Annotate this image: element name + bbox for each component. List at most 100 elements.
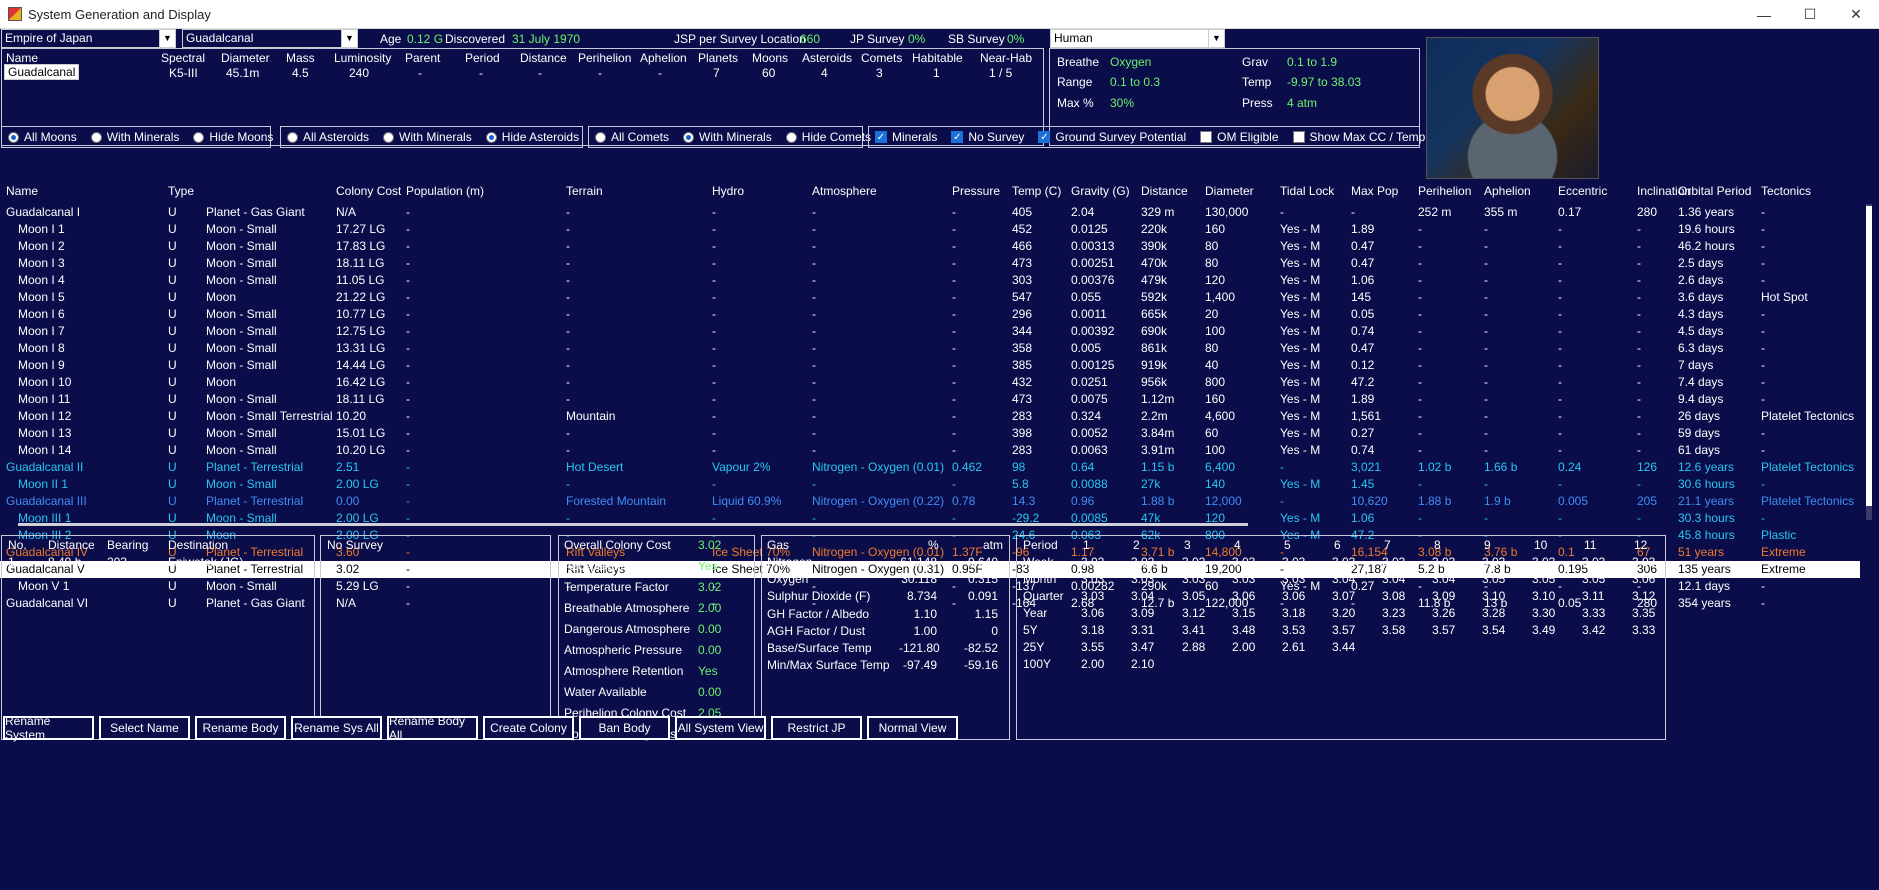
table-row[interactable]: Guadalcanal I U Planet - Gas Giant N/A - - - - -… (0, 204, 1860, 221)
header-atmosphere[interactable]: Atmosphere (812, 183, 877, 200)
radio-dot (8, 131, 19, 143)
cell-inc: - (1637, 426, 1641, 440)
table-row[interactable]: Moon I 2 U Moon - Small 17.83 LG - - - - - 466 0.0… (0, 238, 1860, 255)
cell-diam: 80 (1205, 256, 1219, 270)
ban-body-button[interactable]: Ban Body (579, 716, 670, 740)
select-name-button[interactable]: Select Name (99, 716, 190, 740)
header-hydro[interactable]: Hydro (712, 183, 744, 200)
rename-body-all-button[interactable]: Rename Body All (387, 714, 478, 742)
cell-ecc: 0.17 (1558, 205, 1582, 219)
close-icon[interactable]: ✕ (1833, 0, 1879, 29)
header-type[interactable]: Type (168, 183, 194, 200)
check-no-survey[interactable]: ✓ No Survey (951, 130, 1024, 144)
table-row[interactable]: Moon I 4 U Moon - Small 11.05 LG - - - - - 303 0.0… (0, 272, 1860, 289)
table-row[interactable]: Moon I 7 U Moon - Small 12.75 LG - - - - - 344 0.0… (0, 323, 1860, 340)
header-temp-c-[interactable]: Temp (C) (1012, 183, 1061, 200)
table-row[interactable]: Moon I 13 U Moon - Small 15.01 LG - - - - - 398 0.… (0, 425, 1860, 442)
check-show-max-cc[interactable]: Show Max CC / Temp (1292, 130, 1425, 144)
scrollbar-thumb[interactable] (1866, 206, 1872, 506)
all-system-view-button[interactable]: All System View (675, 716, 766, 740)
jp-cell[interactable]: 1 (8, 555, 15, 569)
header-diameter[interactable]: Diameter (1205, 183, 1254, 200)
period-header: 4 (1234, 538, 1241, 552)
vertical-scrollbar[interactable] (1866, 204, 1872, 520)
species-dropdown[interactable]: Human ▼ (1050, 29, 1225, 48)
table-row[interactable]: Moon I 3 U Moon - Small 18.11 LG - - - - - 473 0.0… (0, 255, 1860, 272)
radio-moons-with-minerals[interactable]: With Minerals (90, 130, 179, 144)
radio-all-comets[interactable]: All Comets (595, 130, 669, 144)
table-row[interactable]: Moon I 10 U Moon 16.42 LG - - - - - 432 0.0251 956k… (0, 374, 1860, 391)
cell-tect: - (1761, 256, 1765, 270)
header-pressure[interactable]: Pressure (952, 183, 1000, 200)
radio-hide-asteroids[interactable]: Hide Asteroids (485, 130, 579, 144)
cell-ecc: - (1558, 358, 1562, 372)
radio-asteroids-with-minerals[interactable]: With Minerals (383, 130, 472, 144)
cell-terrain: - (566, 239, 570, 253)
header-aphelion[interactable]: Aphelion (1484, 183, 1531, 200)
check-ground-survey[interactable]: ✓ Ground Survey Potential (1038, 130, 1186, 144)
press-value: 4 atm (1287, 96, 1318, 110)
header-tectonics[interactable]: Tectonics (1761, 183, 1811, 200)
system-name-box[interactable]: Guadalcanal (4, 64, 80, 80)
table-row[interactable]: Moon I 11 U Moon - Small 18.11 LG - - - - - 473 0.… (0, 391, 1860, 408)
check-minerals[interactable]: ✓ Minerals (875, 130, 937, 144)
table-row[interactable]: Moon I 8 U Moon - Small 13.31 LG - - - - - 358 0.0… (0, 340, 1860, 357)
check-om-eligible[interactable]: OM Eligible (1200, 130, 1279, 144)
radio-hide-moons[interactable]: Hide Moons (193, 130, 273, 144)
normal-view-button[interactable]: Normal View (867, 716, 958, 740)
table-row[interactable]: Guadalcanal III U Planet - Terrestrial 0.00… (0, 493, 1860, 510)
create-colony-button[interactable]: Create Colony (483, 716, 574, 740)
table-row[interactable]: Moon I 14 U Moon - Small 10.20 LG - - - - - 283 0.… (0, 442, 1860, 459)
jp-cell[interactable]: Eniwetok (JG) (168, 555, 243, 569)
jp-cell[interactable]: 203 (107, 555, 127, 569)
header-terrain[interactable]: Terrain (566, 183, 603, 200)
header-name[interactable]: Name (6, 183, 38, 200)
cell-period: 1.36 years (1678, 205, 1735, 219)
radio-comets-with-minerals[interactable]: With Minerals (683, 130, 772, 144)
jp-cell[interactable]: 8.49 b (48, 555, 81, 569)
header-tidal-lock[interactable]: Tidal Lock (1280, 183, 1334, 200)
header-distance[interactable]: Distance (1141, 183, 1188, 200)
header-eccentric[interactable]: Eccentric (1558, 183, 1607, 200)
radio-hide-comets[interactable]: Hide Comets (785, 130, 871, 144)
table-row[interactable]: Moon I 12 U Moon - Small Terrestrial 10.20 -… (0, 408, 1860, 425)
cell-pop: - (406, 477, 410, 491)
header-max-pop[interactable]: Max Pop (1351, 183, 1398, 200)
header-perihelion[interactable]: Perihelion (1418, 183, 1471, 200)
system-dropdown[interactable]: Guadalcanal ▼ (182, 29, 358, 48)
table-row[interactable]: Moon I 6 U Moon - Small 10.77 LG - - - - - 296 0.0… (0, 306, 1860, 323)
discovered-label: Discovered (445, 32, 506, 46)
cell-inc: - (1637, 443, 1641, 457)
table-row[interactable]: Moon I 1 U Moon - Small 17.27 LG - - - - - 452 0.0… (0, 221, 1860, 238)
temp-value: -9.97 to 38.03 (1287, 75, 1362, 89)
header-orbital-period[interactable]: Orbital Period (1678, 183, 1751, 200)
header-gravity-g-[interactable]: Gravity (G) (1071, 183, 1130, 200)
rename-system-button[interactable]: Rename System (3, 714, 94, 742)
cell-tect: - (1761, 324, 1765, 338)
table-row[interactable]: Moon II 1 U Moon - Small 2.00 LG - - - - - 5.8 0.0… (0, 476, 1860, 493)
gas-name: AGH Factor / Dust (767, 624, 866, 638)
cell-name: Moon I 1 (18, 222, 65, 236)
cell-inc: - (1637, 392, 1641, 406)
restrict-jp-button[interactable]: Restrict JP (771, 716, 862, 740)
horizontal-scrollbar[interactable] (18, 523, 1248, 526)
cell-temp: 14.3 (1012, 494, 1036, 508)
header-colony-cost[interactable]: Colony Cost (336, 183, 401, 200)
table-row[interactable]: Guadalcanal II U Planet - Terrestrial 2.51 -… (0, 459, 1860, 476)
minimize-icon[interactable]: — (1741, 0, 1787, 29)
period-value: 3.06 (1232, 589, 1256, 603)
cell-inc: - (1637, 239, 1641, 253)
gas-name: Oxygen (767, 572, 809, 586)
cell-u: U (168, 290, 177, 304)
rename-body-button[interactable]: Rename Body (195, 716, 286, 740)
rename-sys-all-button[interactable]: Rename Sys All (291, 716, 382, 740)
empire-dropdown[interactable]: Empire of Japan ▼ (1, 29, 176, 48)
cell-type: Moon - Small Terrestrial (206, 409, 333, 423)
radio-all-asteroids[interactable]: All Asteroids (287, 130, 369, 144)
header-population-m-[interactable]: Population (m) (406, 183, 484, 200)
radio-all-moons[interactable]: All Moons (8, 130, 77, 144)
cell-tidal: Yes - M (1280, 307, 1321, 321)
table-row[interactable]: Moon I 9 U Moon - Small 14.44 LG - - - - - 385 0.0… (0, 357, 1860, 374)
maximize-icon[interactable]: ☐ (1787, 0, 1833, 29)
table-row[interactable]: Moon I 5 U Moon 21.22 LG - - - - - 547 0.055 592k 1,… (0, 289, 1860, 306)
